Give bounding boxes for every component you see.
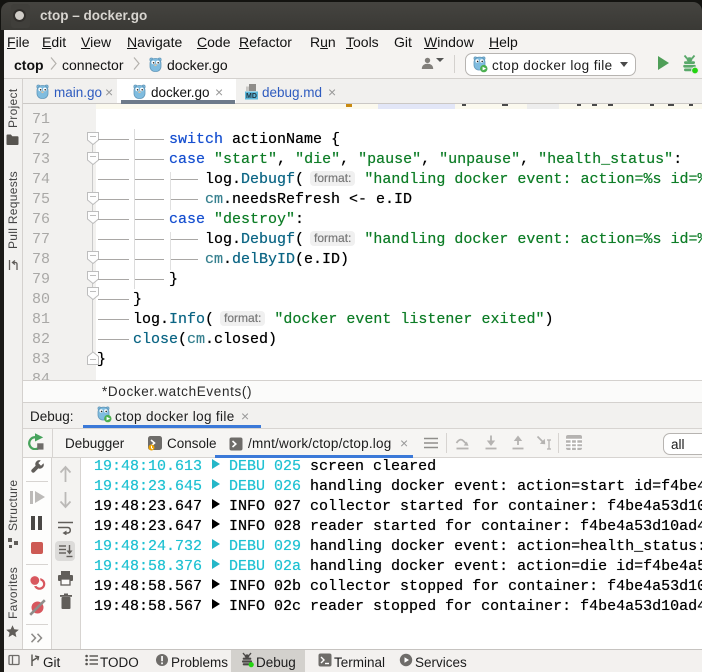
svg-text:MD: MD — [246, 93, 257, 100]
